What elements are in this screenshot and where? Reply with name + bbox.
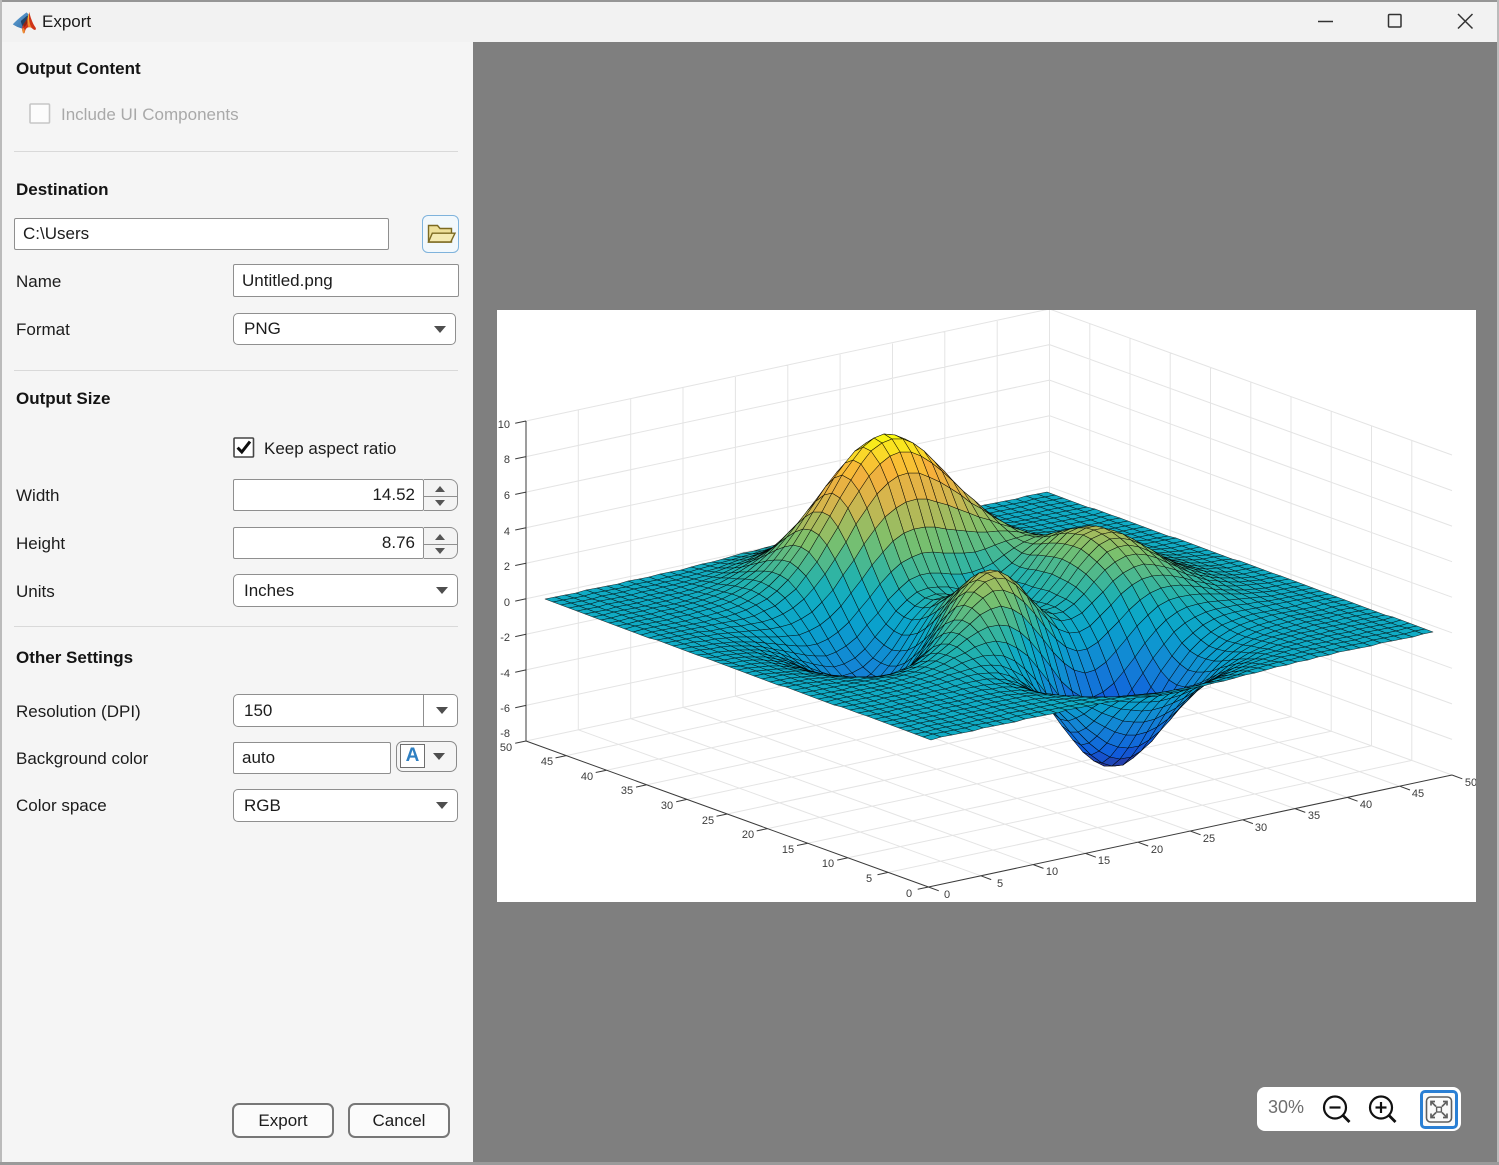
svg-text:20: 20 [742, 829, 754, 841]
svg-text:25: 25 [1203, 833, 1215, 845]
svg-text:0: 0 [944, 889, 950, 901]
svg-text:35: 35 [1308, 810, 1320, 822]
svg-text:5: 5 [997, 878, 1003, 890]
svg-text:0: 0 [504, 597, 510, 609]
svg-text:10: 10 [822, 858, 834, 870]
svg-text:-8: -8 [500, 728, 510, 740]
svg-text:15: 15 [782, 844, 794, 856]
svg-text:15: 15 [1098, 855, 1110, 867]
svg-text:10: 10 [1046, 866, 1058, 878]
svg-text:-6: -6 [500, 703, 510, 715]
svg-text:35: 35 [621, 785, 633, 797]
svg-text:4: 4 [504, 526, 510, 538]
svg-text:25: 25 [702, 815, 714, 827]
svg-text:10: 10 [498, 419, 510, 431]
svg-text:0: 0 [906, 888, 912, 900]
svg-text:30: 30 [661, 800, 673, 812]
svg-text:50: 50 [500, 742, 512, 754]
svg-text:30: 30 [1255, 822, 1267, 834]
svg-text:45: 45 [541, 756, 553, 768]
svg-text:40: 40 [1360, 799, 1372, 811]
svg-text:-2: -2 [500, 632, 510, 644]
svg-text:-4: -4 [500, 668, 510, 680]
svg-text:6: 6 [504, 490, 510, 502]
svg-text:45: 45 [1412, 788, 1424, 800]
svg-text:50: 50 [1465, 777, 1477, 789]
svg-text:8: 8 [504, 454, 510, 466]
svg-text:40: 40 [581, 771, 593, 783]
svg-text:2: 2 [504, 561, 510, 573]
svg-text:20: 20 [1151, 844, 1163, 856]
svg-text:5: 5 [866, 873, 872, 885]
